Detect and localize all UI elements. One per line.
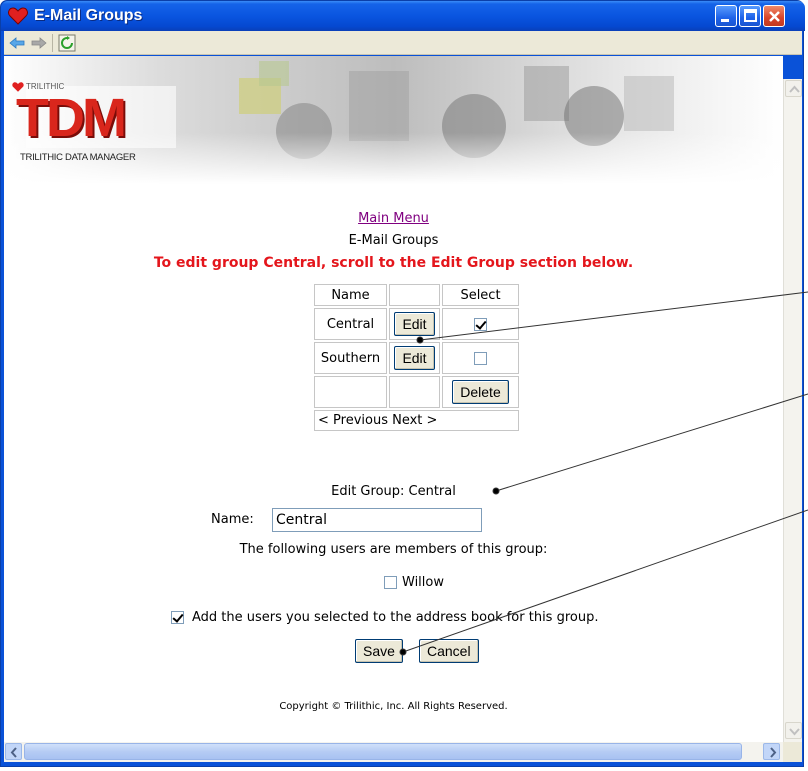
chevron-up-icon <box>789 85 800 93</box>
tdm-banner: TRILITHIC TDM TRILITHIC DATA MANAGER <box>4 56 783 184</box>
maximize-button[interactable] <box>739 5 761 27</box>
empty-cell <box>314 376 387 408</box>
save-button[interactable]: Save <box>355 639 403 663</box>
edit-group-title: Edit Group: Central <box>331 484 456 499</box>
select-cell <box>442 342 519 374</box>
scroll-right-button[interactable] <box>763 743 780 760</box>
horizontal-scroll-thumb[interactable] <box>24 743 742 760</box>
delete-button[interactable]: Delete <box>452 380 509 404</box>
chevron-down-icon <box>789 728 800 736</box>
column-header-name: Name <box>314 284 387 306</box>
add-to-address-book[interactable]: Add the users you selected to the addres… <box>171 610 598 625</box>
vertical-scrollbar[interactable] <box>783 79 802 742</box>
toolbar <box>4 31 802 55</box>
column-header-select: Select <box>442 284 519 306</box>
name-label: Name: <box>211 512 254 527</box>
horizontal-scrollbar[interactable] <box>4 742 783 762</box>
scrollbar-corner <box>783 742 802 762</box>
column-header-edit <box>389 284 440 306</box>
window-title: E-Mail Groups <box>34 7 143 24</box>
tdm-logo: TDM <box>16 88 127 148</box>
member-willow[interactable]: Willow <box>384 575 444 590</box>
page-subtitle: E-Mail Groups <box>348 233 439 248</box>
group-name-cell: Southern <box>314 342 387 374</box>
table-row: Delete <box>314 376 519 408</box>
heart-icon <box>8 7 28 25</box>
maximize-icon <box>744 9 757 22</box>
minimize-icon <box>721 19 729 22</box>
main-menu-link[interactable]: Main Menu <box>4 211 783 226</box>
edit-cell: Edit <box>389 308 440 340</box>
tdm-tagline: TRILITHIC DATA MANAGER <box>20 152 136 163</box>
empty-cell <box>389 376 440 408</box>
page-content: TRILITHIC TDM TRILITHIC DATA MANAGER Mai… <box>4 56 783 742</box>
group-name-input[interactable] <box>272 508 482 532</box>
close-icon <box>769 11 780 22</box>
chevron-right-icon <box>770 747 777 758</box>
member-name: Willow <box>402 575 444 590</box>
edit-warning: To edit group Central, scroll to the Edi… <box>153 255 634 271</box>
edit-southern-button[interactable]: Edit <box>394 346 435 370</box>
edit-cell: Edit <box>389 342 440 374</box>
title-bar[interactable]: E-Mail Groups <box>1 1 805 31</box>
chevron-left-icon <box>10 747 17 758</box>
back-arrow-icon[interactable] <box>8 34 26 52</box>
delete-cell: Delete <box>442 376 519 408</box>
toolbar-separator <box>52 34 53 52</box>
edit-central-button[interactable]: Edit <box>394 312 435 336</box>
refresh-icon[interactable] <box>58 34 76 52</box>
select-southern-checkbox[interactable] <box>474 351 487 365</box>
select-cell <box>442 308 519 340</box>
table-row: Central Edit <box>314 308 519 340</box>
copyright-text: Copyright © Trilithic, Inc. All Rights R… <box>279 701 508 712</box>
cancel-button[interactable]: Cancel <box>419 639 479 663</box>
table-header-row: Name Select <box>314 284 519 306</box>
app-window: E-Mail Groups TRILITHIC TDM TRILITHIC DA… <box>0 0 805 767</box>
members-text: The following users are members of this … <box>239 542 548 557</box>
scroll-down-button[interactable] <box>785 722 802 739</box>
pager-row: < Previous Next > <box>314 410 519 431</box>
minimize-button[interactable] <box>715 5 737 27</box>
add-to-address-book-checkbox[interactable] <box>171 611 184 624</box>
forward-arrow-icon[interactable] <box>30 34 48 52</box>
scroll-left-button[interactable] <box>5 743 22 760</box>
groups-table: Name Select Central Edit Southern Edit D… <box>312 282 521 433</box>
table-row: Southern Edit <box>314 342 519 374</box>
willow-checkbox[interactable] <box>384 576 397 589</box>
pager-links[interactable]: < Previous Next > <box>314 410 519 431</box>
group-name-cell: Central <box>314 308 387 340</box>
select-central-checkbox[interactable] <box>474 317 487 331</box>
scroll-up-button[interactable] <box>785 80 802 97</box>
add-to-address-book-label: Add the users you selected to the addres… <box>192 610 599 625</box>
close-button[interactable] <box>763 5 785 27</box>
